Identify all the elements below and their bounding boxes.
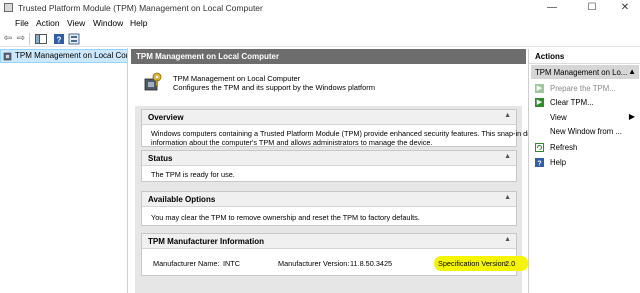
properties-toolbar-button[interactable] xyxy=(68,33,80,45)
back-button[interactable]: ⇦ xyxy=(2,33,14,45)
actions-header: Actions xyxy=(529,49,640,64)
help-toolbar-button[interactable]: ? xyxy=(53,33,65,45)
overview-title: Overview xyxy=(148,113,184,122)
toolbar-separator xyxy=(29,33,30,45)
close-button[interactable]: ✕ xyxy=(610,0,640,16)
tpm-key-icon xyxy=(144,72,162,91)
collapse-arrow-icon[interactable]: ▲ xyxy=(628,67,636,76)
specification-version-value: 2.0 xyxy=(505,259,516,268)
actions-section-header[interactable]: TPM Management on Lo... ▲ xyxy=(531,65,639,79)
console-tree: TPM Management on Local Comp xyxy=(0,48,128,293)
prepare-icon: ▶ xyxy=(535,84,544,93)
main-pane-header: TPM Management on Local Computer xyxy=(131,49,526,64)
status-panel-header[interactable]: Status ▲ xyxy=(142,151,516,166)
action-label: Refresh xyxy=(550,143,578,152)
actions-pane: Actions TPM Management on Lo... ▲ ▶ Prep… xyxy=(528,49,640,293)
action-new-window[interactable]: New Window from ... xyxy=(531,125,639,138)
help-book-icon: ? xyxy=(54,34,64,45)
menu-window[interactable]: Window xyxy=(93,18,123,28)
menu-action[interactable]: Action xyxy=(36,18,60,28)
tree-item-label: TPM Management on Local Comp xyxy=(15,51,128,60)
svg-text:?: ? xyxy=(57,36,62,45)
manufacturer-panel-header[interactable]: TPM Manufacturer Information ▲ xyxy=(142,234,516,249)
available-options-panel: Available Options ▲ You may clear the TP… xyxy=(141,191,517,226)
action-label: Help xyxy=(550,158,567,167)
properties-icon xyxy=(68,33,80,45)
collapse-chevron-icon[interactable]: ▲ xyxy=(504,194,511,201)
action-clear-tpm[interactable]: ▶ Clear TPM... xyxy=(531,96,639,109)
action-label: Prepare the TPM... xyxy=(550,84,616,93)
collapse-chevron-icon[interactable]: ▲ xyxy=(504,112,511,119)
manufacturer-panel: TPM Manufacturer Information ▲ Manufactu… xyxy=(141,233,528,276)
action-label: New Window from ... xyxy=(550,127,622,136)
submenu-arrow-icon: ▶ xyxy=(628,112,635,121)
intro-description: Configures the TPM and its support by th… xyxy=(173,83,376,92)
console-tree-icon xyxy=(35,34,47,44)
action-help[interactable]: ? Help xyxy=(531,156,639,169)
action-view[interactable]: View ▶ xyxy=(531,111,639,124)
available-options-title: Available Options xyxy=(148,195,216,204)
tpm-chip-icon xyxy=(3,52,12,61)
svg-text:?: ? xyxy=(537,161,541,168)
manufacturer-name-value: INTC xyxy=(223,259,241,268)
main-pane: TPM Management on Local Computer TPM Man… xyxy=(131,49,550,293)
menu-help[interactable]: Help xyxy=(130,18,147,28)
tree-item-tpm-management[interactable]: TPM Management on Local Comp xyxy=(0,49,128,63)
show-hide-console-tree-button[interactable] xyxy=(35,33,47,45)
clear-icon: ▶ xyxy=(535,98,544,107)
manufacturer-name-label: Manufacturer Name: xyxy=(153,259,220,268)
available-options-text: You may clear the TPM to remove ownershi… xyxy=(151,213,420,222)
manufacturer-title: TPM Manufacturer Information xyxy=(148,237,265,246)
help-icon: ? xyxy=(535,158,544,167)
title-bar: Trusted Platform Module (TPM) Management… xyxy=(0,0,640,16)
action-prepare-tpm[interactable]: ▶ Prepare the TPM... xyxy=(531,82,639,95)
specification-version-label: Specification Version: xyxy=(438,259,508,268)
manufacturer-version-label: Manufacturer Version: xyxy=(278,259,350,268)
refresh-icon xyxy=(535,143,544,152)
manufacturer-version-value: 11.8.50.3425 xyxy=(350,259,393,268)
overview-text-line2: information about the computer's TPM and… xyxy=(151,138,433,147)
intro-title: TPM Management on Local Computer xyxy=(173,74,301,83)
action-label: Clear TPM... xyxy=(550,98,594,107)
maximize-button[interactable]: ☐ xyxy=(577,0,607,16)
overview-panel: Overview ▲ Windows computers containing … xyxy=(141,109,550,147)
actions-section-label: TPM Management on Lo... xyxy=(535,68,628,77)
status-title: Status xyxy=(148,154,173,163)
collapse-chevron-icon[interactable]: ▲ xyxy=(504,153,511,160)
action-label: View xyxy=(550,113,567,122)
menu-view[interactable]: View xyxy=(67,18,85,28)
collapse-chevron-icon[interactable]: ▲ xyxy=(504,236,511,243)
window-title: Trusted Platform Module (TPM) Management… xyxy=(18,3,263,13)
content-area: Overview ▲ Windows computers containing … xyxy=(135,106,550,293)
forward-button[interactable]: ⇨ xyxy=(15,33,27,45)
menu-bar: File Action View Window Help xyxy=(0,16,640,31)
overview-panel-header[interactable]: Overview ▲ xyxy=(142,110,516,125)
status-text: The TPM is ready for use. xyxy=(151,170,235,179)
minimize-button[interactable]: — xyxy=(537,0,567,16)
action-refresh[interactable]: Refresh xyxy=(531,141,639,154)
status-panel: Status ▲ The TPM is ready for use. xyxy=(141,150,517,182)
menu-file[interactable]: File xyxy=(15,18,29,28)
toolbar: ⇦ ⇨ ? xyxy=(0,31,640,47)
app-icon xyxy=(4,3,13,12)
available-options-panel-header[interactable]: Available Options ▲ xyxy=(142,192,516,207)
intro-banner: TPM Management on Local Computer Configu… xyxy=(135,65,522,105)
